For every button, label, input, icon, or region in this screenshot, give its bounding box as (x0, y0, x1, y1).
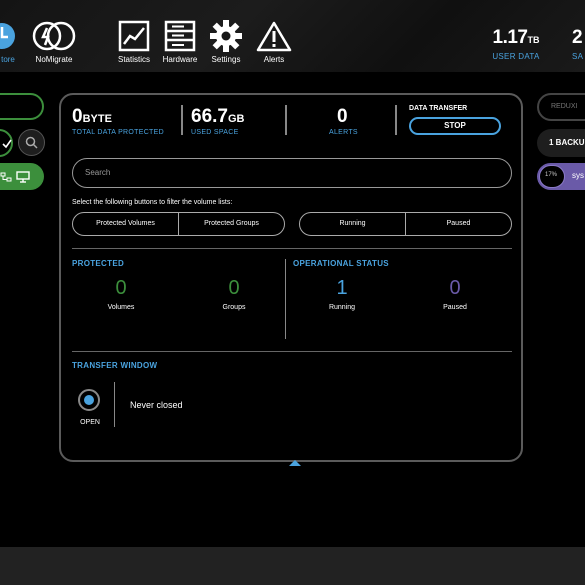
divider (285, 259, 286, 339)
user-data-caption: USER DATA (492, 52, 540, 61)
left-check-pill[interactable] (0, 129, 13, 157)
gear-icon (210, 20, 242, 52)
backup-label: 1 BACKU (549, 138, 585, 147)
divider (72, 248, 512, 249)
protected-section-title: PROTECTED (72, 259, 125, 268)
statistics-icon (118, 20, 150, 52)
hardware-icon (164, 20, 196, 52)
protected-volumes-count: 0 (115, 277, 127, 299)
collapse-caret-icon[interactable] (289, 460, 301, 466)
transfer-window-status: Never closed (130, 400, 183, 410)
toolbar-restore[interactable]: tore (0, 20, 18, 64)
transfer-window-title: TRANSFER WINDOW (72, 361, 158, 370)
paused-count: 0 (449, 277, 461, 299)
toolbar-restore-label: tore (1, 55, 15, 64)
restore-icon (0, 23, 15, 49)
no-migrate-icon (32, 21, 76, 51)
secondary-stat: 2 SA (572, 27, 585, 61)
toolbar-statistics[interactable]: Statistics (114, 20, 154, 64)
transfer-window-state: OPEN (80, 419, 100, 426)
toolbar-settings-label: Settings (211, 55, 241, 64)
volume-filter-group: Protected Volumes Protected Groups (72, 212, 285, 236)
top-toolbar: tore NoMigrate Statistics Hardware Setti… (0, 0, 585, 72)
check-icon (2, 139, 12, 149)
bottom-status-bar (0, 547, 585, 585)
monitor-icon (16, 171, 30, 183)
toolbar-statistics-label: Statistics (117, 55, 150, 64)
system-label: sys (572, 171, 584, 180)
filter-paused[interactable]: Paused (405, 213, 511, 235)
total-protected-caption: TOTAL DATA PROTECTED (72, 129, 164, 136)
network-icon (0, 172, 12, 182)
alert-icon (256, 21, 292, 52)
redux-label: REDUXI (551, 103, 578, 110)
user-data-unit: TB (527, 35, 540, 45)
toolbar-nomigrate[interactable]: NoMigrate (30, 20, 78, 64)
search-input[interactable]: Search (72, 158, 512, 188)
toolbar-settings[interactable]: Settings (206, 20, 246, 64)
filter-running[interactable]: Running (300, 213, 405, 235)
protected-volumes-metric: 0 Volumes (91, 277, 151, 311)
usage-progress-badge: 17% (539, 165, 565, 188)
left-top-pill[interactable] (0, 93, 44, 120)
toolbar-nomigrate-label: NoMigrate (35, 55, 73, 64)
protected-groups-count: 0 (228, 277, 240, 299)
divider (114, 382, 115, 427)
toolbar-alerts-label: Alerts (263, 55, 285, 64)
paused-metric: 0 Paused (425, 277, 485, 311)
alerts-caption: ALERTS (329, 129, 358, 136)
protected-groups-metric: 0 Groups (204, 277, 264, 311)
redux-button[interactable]: REDUXI (537, 93, 585, 121)
backup-button[interactable]: 1 BACKU (537, 129, 585, 157)
secondary-stat-value: 2 (572, 27, 583, 48)
protected-groups-label: Groups (222, 304, 246, 311)
toolbar-hardware[interactable]: Hardware (160, 20, 200, 64)
divider (181, 105, 183, 135)
left-search-button[interactable] (18, 129, 45, 156)
secondary-stat-caption: SA (572, 52, 584, 61)
protected-volumes-label: Volumes (107, 304, 135, 311)
divider (72, 351, 512, 352)
running-count: 1 (336, 277, 348, 299)
search-icon (25, 136, 38, 149)
divider (285, 105, 287, 135)
filter-protected-groups[interactable]: Protected Groups (178, 213, 284, 235)
user-data-stat: 1.17TB USER DATA (488, 27, 544, 61)
running-label: Running (328, 304, 356, 311)
total-protected-value: 0BYTE (72, 106, 112, 127)
data-transfer-caption: DATA TRANSFER (409, 105, 468, 112)
running-metric: 1 Running (312, 277, 372, 311)
toolbar-hardware-label: Hardware (162, 55, 198, 64)
user-data-value: 1.17 (492, 27, 528, 48)
usage-progress-label: 17% (545, 172, 558, 178)
filter-protected-volumes[interactable]: Protected Volumes (73, 213, 178, 235)
dashboard-card: 0BYTE TOTAL DATA PROTECTED 66.7GB USED S… (59, 93, 523, 462)
toolbar-alerts[interactable]: Alerts (254, 20, 294, 64)
transfer-window-toggle[interactable] (78, 389, 100, 411)
paused-label: Paused (443, 304, 467, 311)
status-filter-group: Running Paused (299, 212, 512, 236)
stop-transfer-button[interactable]: STOP (409, 117, 501, 135)
used-space-caption: USED SPACE (191, 129, 239, 136)
divider (395, 105, 397, 135)
alerts-value: 0 (337, 106, 348, 127)
operational-status-title: OPERATIONAL STATUS (293, 259, 389, 268)
system-usage-bar[interactable]: 17% sys (537, 163, 585, 190)
left-device-bar[interactable] (0, 163, 44, 190)
filter-hint: Select the following buttons to filter t… (72, 199, 233, 206)
used-space-value: 66.7GB (191, 106, 245, 127)
